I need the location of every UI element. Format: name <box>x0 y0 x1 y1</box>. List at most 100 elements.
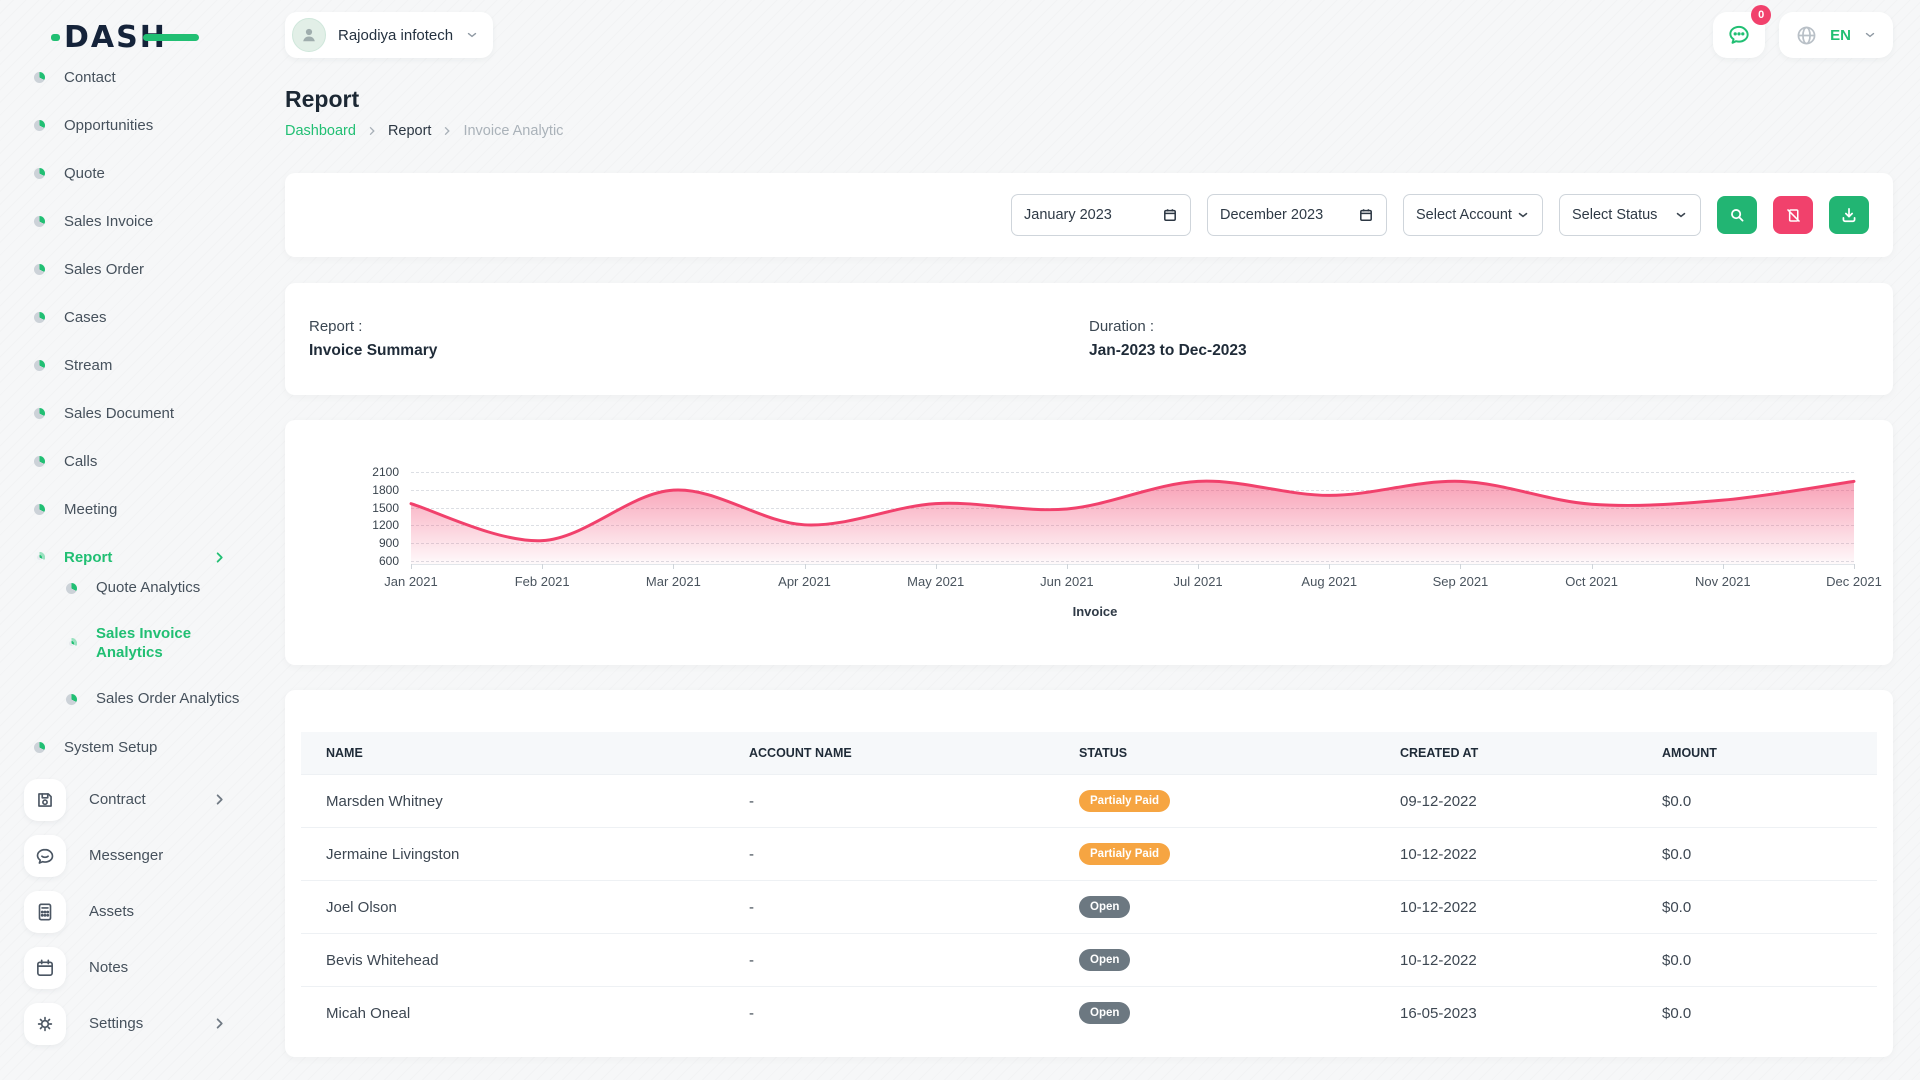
duration-summary: Duration : Jan-2023 to Dec-2023 <box>1089 318 1869 360</box>
menu-dot-icon <box>34 504 45 515</box>
chevron-right-icon <box>212 1016 227 1031</box>
account-select[interactable]: Select Account <box>1403 194 1543 236</box>
clear-filter-button[interactable] <box>1773 196 1813 234</box>
x-axis-tick-label: May 2021 <box>907 574 964 589</box>
end-date-input[interactable]: December 2023 <box>1207 194 1387 236</box>
sidebar-item-contract[interactable]: Contract <box>0 772 265 828</box>
x-axis-tick-label: Jul 2021 <box>1174 574 1223 589</box>
sidebar-item-label: Messenger <box>89 847 163 864</box>
sidebar-item-notes[interactable]: Notes <box>0 940 265 996</box>
main-content: Report DashboardReportInvoice Analytic J… <box>285 86 1893 1057</box>
sidebar-subitem-label: Quote Analytics <box>96 579 200 598</box>
sidebar-item-sales-order[interactable]: Sales Order <box>0 245 265 293</box>
page-title: Report <box>285 86 1893 113</box>
sidebar-item-system-setup[interactable]: System Setup <box>0 724 265 772</box>
search-button[interactable] <box>1717 196 1757 234</box>
start-date-input[interactable]: January 2023 <box>1011 194 1191 236</box>
table-row[interactable]: Joel Olson-Open10-12-2022$0.0 <box>301 881 1877 934</box>
table-row[interactable]: Bevis Whitehead-Open10-12-2022$0.0 <box>301 934 1877 987</box>
cell-account-name: - <box>733 881 1063 934</box>
x-axis-tick <box>673 564 674 569</box>
chart-x-axis: Jan 2021Feb 2021Mar 2021Apr 2021May 2021… <box>411 574 1854 592</box>
menu-dot-icon <box>66 638 77 649</box>
calendar-icon <box>1358 207 1374 223</box>
breadcrumb-item-report[interactable]: Report <box>388 123 432 139</box>
company-switcher[interactable]: Rajodiya infotech <box>285 12 493 58</box>
x-axis-tick <box>542 564 543 569</box>
avatar <box>292 18 326 52</box>
status-badge: Open <box>1079 896 1130 918</box>
topbar: Rajodiya infotech 0 EN <box>285 12 1893 58</box>
y-axis-tick-label: 1500 <box>372 501 399 515</box>
sidebar-item-contact[interactable]: Contact <box>0 70 265 101</box>
table-row[interactable]: Jermaine Livingston-Partialy Paid10-12-2… <box>301 828 1877 881</box>
x-axis-tick <box>1460 564 1461 569</box>
sidebar-item-calls[interactable]: Calls <box>0 437 265 485</box>
x-axis-tick-label: Sep 2021 <box>1433 574 1489 589</box>
duration-value: Jan-2023 to Dec-2023 <box>1089 342 1869 360</box>
sidebar-item-label: Contact <box>64 70 116 86</box>
x-axis-tick-label: Nov 2021 <box>1695 574 1751 589</box>
cell-created-at: 16-05-2023 <box>1384 987 1646 1040</box>
sidebar-item-sales-document[interactable]: Sales Document <box>0 389 265 437</box>
menu-dot-icon <box>34 742 45 753</box>
column-header-created-at: CREATED AT <box>1384 732 1646 775</box>
sidebar-subitem-sales-invoice-analytics[interactable]: Sales Invoice Analytics <box>66 612 265 676</box>
sidebar-item-label: Sales Invoice <box>64 213 153 230</box>
status-badge: Open <box>1079 1002 1130 1024</box>
download-button[interactable] <box>1829 196 1869 234</box>
globe-icon <box>1795 24 1818 47</box>
sidebar-item-messenger[interactable]: Messenger <box>0 828 265 884</box>
x-axis-tick-label: Mar 2021 <box>646 574 701 589</box>
cell-account-name: - <box>733 934 1063 987</box>
cell-status: Partialy Paid <box>1063 775 1384 828</box>
cell-status: Open <box>1063 934 1384 987</box>
status-select[interactable]: Select Status <box>1559 194 1701 236</box>
x-axis-tick-label: Jun 2021 <box>1040 574 1094 589</box>
x-axis-tick-label: Apr 2021 <box>778 574 831 589</box>
topbar-actions: 0 EN <box>1713 12 1893 58</box>
breadcrumb-item-dashboard[interactable]: Dashboard <box>285 123 356 139</box>
floppy-icon <box>24 779 66 821</box>
cell-name: Joel Olson <box>301 881 733 934</box>
sidebar-item-sales-invoice[interactable]: Sales Invoice <box>0 197 265 245</box>
sidebar-item-meeting[interactable]: Meeting <box>0 485 265 533</box>
sidebar-subitem-sales-order-analytics[interactable]: Sales Order Analytics <box>66 676 265 724</box>
sidebar-item-label: Sales Document <box>64 405 174 422</box>
messages-button[interactable]: 0 <box>1713 12 1765 58</box>
sidebar-item-cases[interactable]: Cases <box>0 293 265 341</box>
chart-y-axis: 2100180015001200900600 <box>341 468 411 565</box>
table-row[interactable]: Micah Oneal-Open16-05-2023$0.0 <box>301 987 1877 1040</box>
status-badge: Partialy Paid <box>1079 843 1170 865</box>
sidebar-item-stream[interactable]: Stream <box>0 341 265 389</box>
chevron-down-icon <box>1674 208 1688 222</box>
sidebar-subitem-quote-analytics[interactable]: Quote Analytics <box>66 564 265 612</box>
x-axis-tick <box>1329 564 1330 569</box>
x-axis-tick <box>411 564 412 569</box>
app-logo[interactable]: DASH <box>64 20 167 55</box>
sidebar-item-label: Calls <box>64 453 97 470</box>
end-date-value: December 2023 <box>1220 207 1323 223</box>
status-badge: Partialy Paid <box>1079 790 1170 812</box>
table-row[interactable]: Marsden Whitney-Partialy Paid09-12-2022$… <box>301 775 1877 828</box>
menu-dot-icon <box>34 456 45 467</box>
chat-icon <box>24 835 66 877</box>
column-header-amount: AMOUNT <box>1646 732 1877 775</box>
sidebar-item-opportunities[interactable]: Opportunities <box>0 101 265 149</box>
x-axis-tick-label: Jan 2021 <box>384 574 438 589</box>
language-selector[interactable]: EN <box>1779 12 1893 58</box>
sidebar-item-label: Settings <box>89 1015 143 1032</box>
table-header: NAMEACCOUNT NAMESTATUSCREATED ATAMOUNT <box>301 732 1877 775</box>
cell-created-at: 10-12-2022 <box>1384 934 1646 987</box>
calculator-icon <box>24 891 66 933</box>
y-axis-tick-label: 900 <box>379 536 399 550</box>
calendar-icon <box>1162 207 1178 223</box>
sidebar-item-quote[interactable]: Quote <box>0 149 265 197</box>
cell-name: Marsden Whitney <box>301 775 733 828</box>
sidebar-item-assets[interactable]: Assets <box>0 884 265 940</box>
report-label: Report : <box>309 318 1089 335</box>
sidebar-item-settings[interactable]: Settings <box>0 996 265 1052</box>
chevron-right-icon <box>212 550 227 565</box>
chart-plot <box>411 468 1854 565</box>
x-axis-tick-label: Feb 2021 <box>515 574 570 589</box>
